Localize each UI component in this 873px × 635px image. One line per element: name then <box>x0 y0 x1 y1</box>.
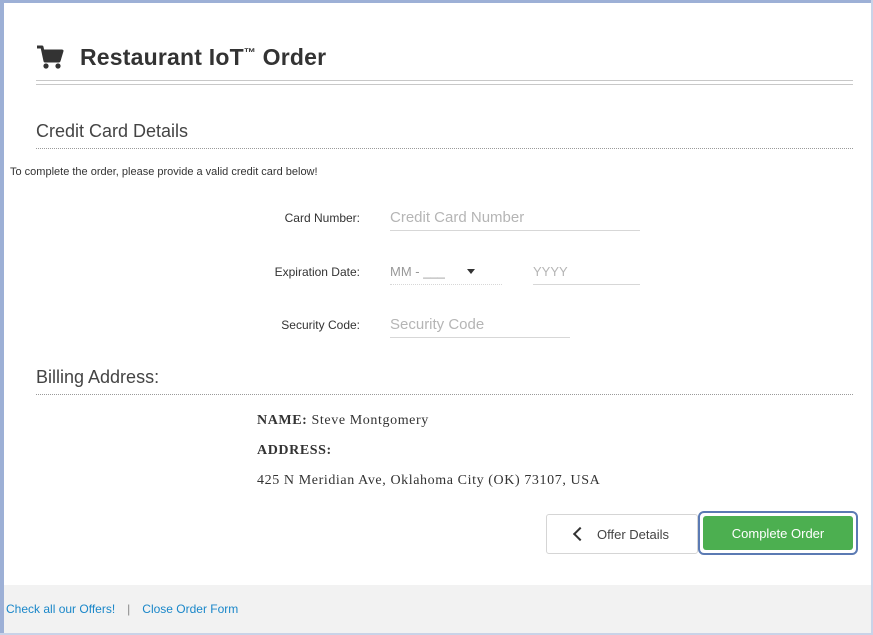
expiration-month-value: MM - ___ <box>390 263 445 279</box>
cart-icon <box>37 45 64 69</box>
footer-separator: | <box>127 602 131 616</box>
billing-name-value: Steve Montgomery <box>311 413 429 428</box>
chevron-down-icon <box>466 268 475 274</box>
order-header: Restaurant IoT™ Order <box>36 44 326 71</box>
offer-details-label: Offer Details <box>596 526 669 542</box>
card-number-field <box>390 204 640 231</box>
card-number-input[interactable] <box>390 204 640 230</box>
credit-card-section-title: Credit Card Details <box>36 121 189 141</box>
check-offers-link[interactable]: Check all our Offers! <box>6 602 115 616</box>
window-frame-top <box>0 0 873 3</box>
order-footer: Check all our Offers! | Close Order Form <box>4 585 871 633</box>
complete-order-focus-ring: Complete Order <box>698 511 858 555</box>
billing-section-title: Billing Address: <box>36 367 160 387</box>
complete-order-button[interactable]: Complete Order <box>703 516 853 550</box>
billing-name: NAME: Steve Montgomery <box>257 413 429 429</box>
card-number-label: Card Number: <box>284 211 360 225</box>
security-code-input[interactable] <box>390 311 570 337</box>
billing-address-value: 425 N Meridian Ave, Oklahoma City (OK) 7… <box>257 473 601 488</box>
header-divider <box>36 80 853 81</box>
credit-card-divider <box>36 148 853 149</box>
expiration-year-input[interactable] <box>533 258 640 284</box>
security-code-label: Security Code: <box>281 318 360 332</box>
billing-address-label: ADDRESS: <box>257 443 332 458</box>
billing-name-label: NAME: <box>257 413 308 428</box>
header-divider-double <box>36 84 853 85</box>
close-order-form-link[interactable]: Close Order Form <box>142 602 238 616</box>
billing-divider <box>36 394 853 395</box>
page-title: Restaurant IoT™ Order <box>80 44 327 70</box>
security-code-field <box>390 311 570 338</box>
chevron-left-icon <box>572 526 588 542</box>
expiration-year-field <box>533 258 640 285</box>
credit-card-intro: To complete the order, please provide a … <box>10 166 318 178</box>
offer-details-button[interactable]: Offer Details <box>546 514 698 554</box>
expiration-month-select[interactable]: MM - ___ <box>390 258 502 285</box>
expiration-date-label: Expiration Date: <box>274 265 360 279</box>
window-frame-left <box>0 0 4 635</box>
